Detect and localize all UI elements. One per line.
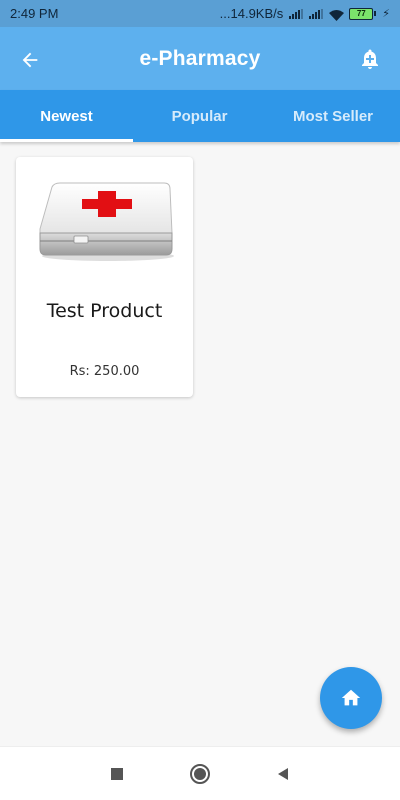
wifi-icon [329,9,345,21]
home-fab-button[interactable] [320,667,382,729]
status-bar: 2:49 PM ...14.9KB/s 77 ⚡ [0,0,400,27]
tab-bar: Newest Popular Most Seller [0,90,400,142]
page-title: e-Pharmacy [139,46,261,70]
product-price: Rs: 250.00 [69,364,140,379]
bell-plus-icon [362,49,378,69]
home-icon [341,689,361,706]
tab-most-seller[interactable]: Most Seller [266,90,400,142]
battery-icon: 77 [349,7,377,20]
first-aid-kit-image [39,182,174,261]
tab-popular[interactable]: Popular [133,90,266,142]
signal-icon [289,8,304,19]
app-bar: e-Pharmacy [0,27,400,90]
recent-apps-icon [111,768,123,780]
back-button[interactable] [14,44,46,76]
home-nav-button[interactable] [187,761,213,787]
product-name: Test Product [46,300,163,322]
back-triangle-icon [278,768,288,780]
tab-newest[interactable]: Newest [0,90,133,142]
tab-indicator [0,139,133,142]
home-circle-icon [190,764,210,784]
network-speed: ...14.9KB/s [219,6,284,21]
charging-icon: ⚡ [382,8,390,20]
signal-icon [309,8,324,19]
product-card[interactable]: Test Product Rs: 250.00 [16,157,193,397]
arrow-left-icon [22,52,38,68]
status-icons: ...14.9KB/s 77 ⚡ [220,6,390,21]
system-nav-bar [0,746,400,800]
status-time: 2:49 PM [10,6,59,21]
add-notification-button[interactable] [354,43,386,75]
battery-level: 77 [349,7,374,20]
back-nav-button[interactable] [270,761,296,787]
recent-apps-button[interactable] [104,761,130,787]
